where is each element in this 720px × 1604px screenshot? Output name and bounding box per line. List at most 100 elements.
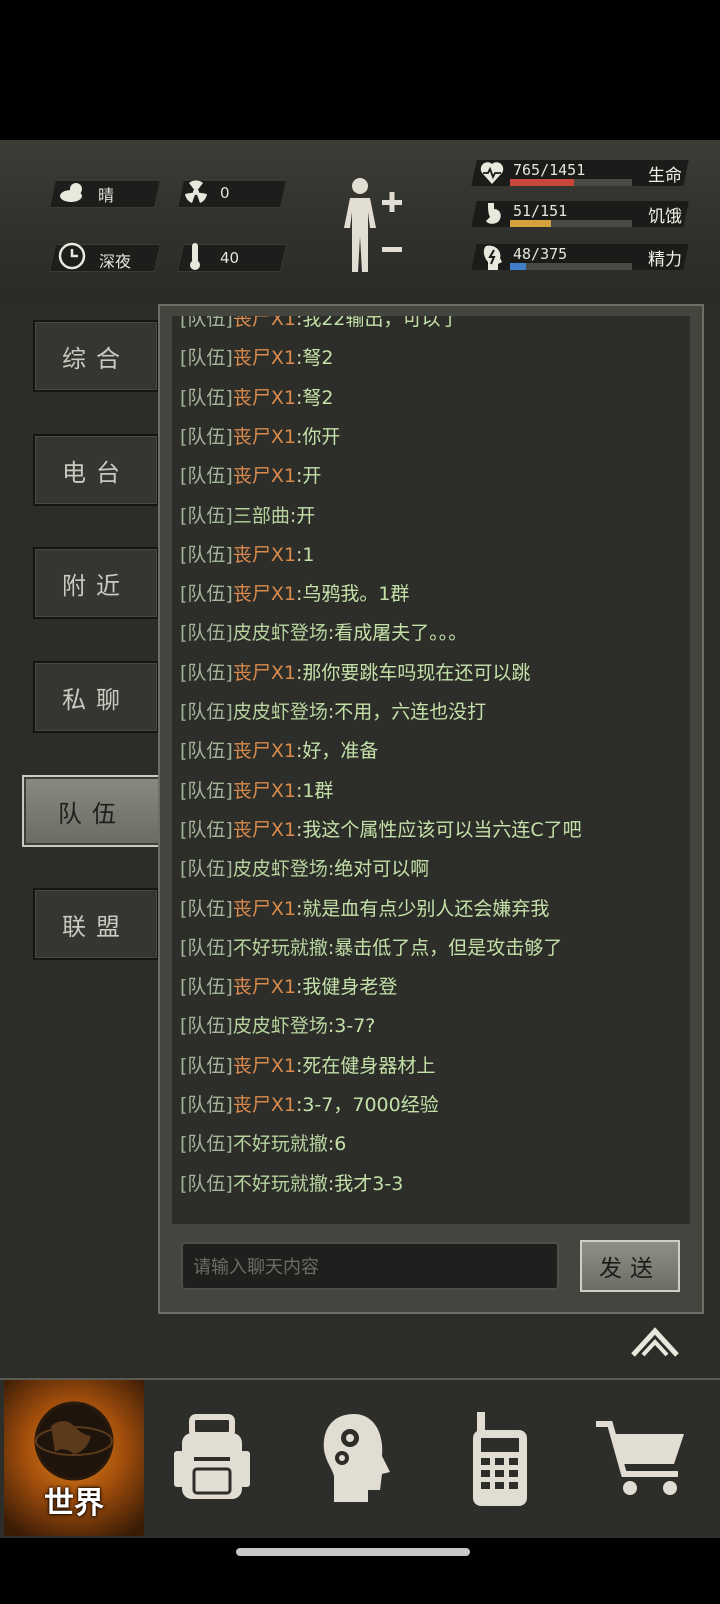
message-sender[interactable]: 皮皮虾登场 [233,1015,328,1037]
tab-private[interactable]: 私聊 [33,661,159,733]
message-channel: [队伍] [180,543,233,566]
message-text: :我这个属性应该可以当六连C了吧 [295,818,582,841]
message-sender[interactable]: 丧尸X1 [233,740,296,762]
message-sender[interactable]: 不好玩就撤 [233,1173,328,1195]
message-sender[interactable]: 丧尸X1 [233,898,296,920]
chat-message: [队伍]丧尸X1:我这个属性应该可以当六连C了吧 [180,815,582,842]
message-text: :开 [289,504,316,527]
message-text: :绝对可以啊 [327,858,430,881]
nav-shop[interactable] [572,1380,712,1536]
tab-radio[interactable]: 电台 [33,434,159,506]
tab-nearby[interactable]: 附近 [33,547,159,619]
message-sender[interactable]: 丧尸X1 [233,1055,296,1077]
cloud-sun-icon [60,183,82,202]
nav-radio[interactable] [430,1380,570,1536]
stat-track [510,220,632,227]
message-channel: [队伍] [180,622,233,645]
send-button[interactable]: 发送 [580,1240,680,1292]
message-text: :1 [295,543,315,566]
message-channel: [队伍] [180,779,233,802]
message-channel: [队伍] [180,425,233,448]
energy-head-icon [483,245,502,270]
chat-message: [队伍]丧尸X1:乌鸦我。1群 [180,579,409,606]
system-gesture-bar [0,1538,720,1604]
stat-label: 饥饿 [648,207,682,227]
message-channel: [队伍] [180,583,233,606]
weather-label: 晴 [98,186,115,205]
tab-team[interactable]: 队伍 [22,775,162,847]
message-channel: [队伍] [180,740,233,763]
message-channel: [队伍] [180,1172,233,1195]
chat-message: [队伍]丧尸X1:开 [180,461,321,488]
chat-message: [队伍]丧尸X1:弩2 [180,343,333,370]
home-indicator[interactable] [236,1548,470,1556]
message-sender[interactable]: 三部曲 [233,505,290,527]
tab-alliance[interactable]: 联盟 [33,888,159,960]
chat-input[interactable]: 请输入聊天内容 [181,1242,559,1290]
message-channel: [队伍] [180,701,233,723]
message-sender[interactable]: 丧尸X1 [233,544,296,566]
message-text: :开 [295,465,322,488]
stat-fill [510,220,552,227]
message-sender[interactable]: 丧尸X1 [233,819,296,841]
message-channel: [队伍] [180,386,233,409]
message-sender[interactable]: 不好玩就撤 [233,1133,328,1155]
message-sender[interactable]: 丧尸X1 [233,465,296,487]
chat-message: [队伍]丧尸X1:就是血有点少别人还会嫌弃我 [180,894,549,921]
chat-message: [队伍]皮皮虾登场:3-7? [180,1011,375,1038]
chat-message: [队伍]不好玩就撤:暴击低了点，但是攻击够了 [180,933,562,960]
nav-skills[interactable] [286,1380,426,1536]
heart-pulse-icon [480,162,504,184]
message-sender[interactable]: 不好玩就撤 [233,937,328,959]
message-sender[interactable]: 丧尸X1 [233,316,296,330]
message-sender[interactable]: 皮皮虾登场 [233,701,328,723]
message-text: :弩2 [295,386,334,409]
collapse-up-icon[interactable] [630,1326,680,1358]
message-channel: [队伍] [180,976,233,999]
message-sender[interactable]: 丧尸X1 [233,662,296,684]
message-channel: [队伍] [180,1054,233,1077]
message-channel: [队伍] [180,897,233,920]
message-sender[interactable]: 丧尸X1 [233,976,296,998]
body-figure-icon[interactable] [340,176,406,276]
stat-value: 765/1451 [513,161,586,179]
message-sender[interactable]: 皮皮虾登场 [233,858,328,880]
message-text: :3-7? [327,1015,376,1038]
message-text: :就是血有点少别人还会嫌弃我 [295,897,550,920]
nav-world[interactable]: 世界 [4,1380,144,1536]
stomach-icon [486,203,501,224]
message-sender[interactable]: 丧尸X1 [233,426,296,448]
message-channel: [队伍] [180,1015,233,1038]
stat-label: 精力 [648,250,682,270]
radiation-value: 0 [220,184,230,202]
message-text: :3-7，7000经验 [295,1094,439,1116]
tab-general[interactable]: 综合 [33,320,159,392]
walkie-talkie-icon [473,1412,527,1506]
message-text: :6 [327,1133,347,1156]
stat-track [510,179,632,186]
message-text: :我健身老登 [295,976,398,999]
message-channel: [队伍] [180,316,233,330]
message-sender[interactable]: 皮皮虾登场 [233,622,328,644]
message-text: :弩2 [295,347,334,370]
stat-fill [510,179,575,186]
stat-label: 生命 [648,166,682,186]
message-sender[interactable]: 丧尸X1 [233,347,296,369]
status-bar-area [0,0,720,140]
stat-fill [510,263,526,270]
thermometer-icon [190,243,200,270]
radiation-icon [185,180,207,203]
head-gears-icon [323,1414,390,1502]
chat-message: [队伍]丧尸X1:死在健身器材上 [180,1051,435,1078]
message-text: :那你要跳车吗现在还可以跳 [295,661,531,684]
message-sender[interactable]: 丧尸X1 [233,1094,296,1116]
nav-world-label: 世界 [44,1486,104,1521]
chat-log[interactable]: [队伍]丧尸X1:我22输出，可以了 [队伍]丧尸X1:弩2 [队伍]丧尸X1:弩2… [172,316,690,1224]
chat-message: [队伍]丧尸X1:弩2 [180,383,333,410]
message-sender[interactable]: 丧尸X1 [233,583,296,605]
message-channel: [队伍] [180,1133,233,1156]
message-sender[interactable]: 丧尸X1 [233,387,296,409]
nav-backpack[interactable] [142,1380,282,1536]
message-text: :我才3-3 [327,1172,404,1195]
message-sender[interactable]: 丧尸X1 [233,780,296,802]
